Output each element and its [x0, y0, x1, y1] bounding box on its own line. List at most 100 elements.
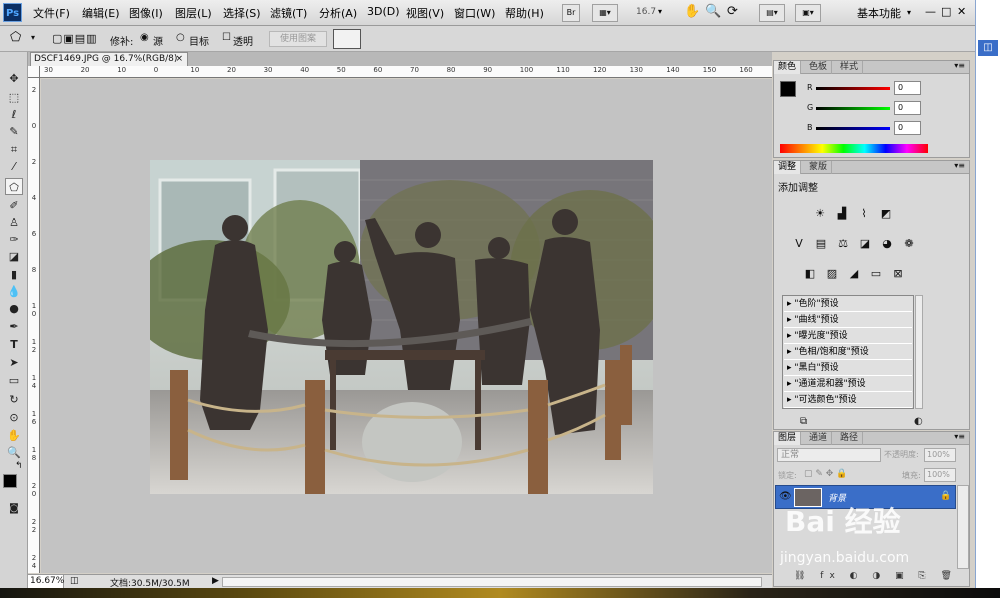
menu-select[interactable]: 选择(S): [223, 5, 261, 21]
b-input[interactable]: 0: [894, 121, 921, 135]
workspace-dropdown-icon[interactable]: ▾: [907, 8, 911, 17]
color-spectrum-bar[interactable]: [780, 144, 928, 153]
minibridge-button[interactable]: ▦▾: [592, 4, 618, 22]
g-slider[interactable]: [816, 107, 890, 110]
levels-icon[interactable]: ▟: [834, 207, 850, 221]
3d-orbit-tool-icon[interactable]: ⊙: [5, 409, 23, 426]
move-tool-icon[interactable]: ✥: [5, 70, 23, 87]
tab-adjustments[interactable]: 调整: [774, 161, 802, 174]
preset-black-white[interactable]: ▸ "黑白"预设: [784, 361, 912, 376]
patch-tool-selected-icon[interactable]: ⬠: [5, 178, 23, 195]
r-slider[interactable]: [816, 87, 890, 90]
blur-tool-icon[interactable]: 💧: [5, 283, 23, 300]
document-tab-close-icon[interactable]: ×: [175, 53, 183, 66]
threshold-icon[interactable]: ◢: [846, 267, 862, 281]
tab-masks[interactable]: 蒙版: [805, 161, 833, 174]
blend-mode-select[interactable]: 正常: [777, 448, 881, 462]
workspace-switcher[interactable]: 基本功能: [857, 5, 901, 21]
preset-hue-saturation[interactable]: ▸ "色相/饱和度"预设: [784, 345, 912, 360]
tool-preset-dropdown-icon[interactable]: ▾: [31, 33, 35, 42]
zoom-tool-icon[interactable]: 🔍: [705, 4, 721, 19]
brush-tool-icon[interactable]: ✐: [5, 197, 23, 214]
gradient-tool-icon[interactable]: ▮: [5, 266, 23, 283]
close-button[interactable]: ✕: [957, 5, 966, 18]
preset-levels[interactable]: ▸ "色阶"预设: [784, 297, 912, 312]
preset-channel-mixer[interactable]: ▸ "通道混和器"预设: [784, 377, 912, 392]
shape-tool-icon[interactable]: ▭: [5, 372, 23, 389]
panel-menu-icon[interactable]: ▾≡: [954, 432, 965, 441]
foreground-color-swatch[interactable]: [3, 474, 17, 488]
posterize-icon[interactable]: ▨: [824, 267, 840, 281]
fill-input[interactable]: 100%: [924, 468, 956, 482]
layers-scrollbar[interactable]: [957, 485, 969, 569]
horizontal-scrollbar[interactable]: [222, 577, 762, 587]
menu-help[interactable]: 帮助(H): [505, 5, 544, 21]
tab-swatches[interactable]: 色板: [805, 61, 833, 74]
channel-mixer-icon[interactable]: ❁: [901, 237, 917, 251]
preset-selective-color[interactable]: ▸ "可选颜色"预设: [784, 393, 912, 408]
history-brush-tool-icon[interactable]: ✑: [5, 231, 23, 248]
tab-paths[interactable]: 路径: [836, 432, 864, 445]
horizontal-ruler[interactable]: 30 20 10 0 10 20 30 40 50 60 70 80 90 100 110 120 130 140…: [40, 66, 772, 78]
status-zoom-field[interactable]: 16.67%: [28, 575, 64, 588]
ruler-origin[interactable]: [28, 66, 40, 78]
tab-channels[interactable]: 通道: [805, 432, 833, 445]
source-radio[interactable]: ◉: [140, 32, 149, 43]
presets-scrollbar[interactable]: [915, 295, 923, 409]
zoom-dropdown-icon[interactable]: ▾: [658, 7, 662, 16]
vertical-ruler[interactable]: 2 0 2 4 6 8 1 0 1 2 1 4 1 6 1 8 2 0 2 2 2 4: [28, 78, 40, 573]
menu-filter[interactable]: 滤镜(T): [270, 5, 307, 21]
brightness-icon[interactable]: ☀: [812, 207, 828, 221]
photo-filter-icon[interactable]: ◕: [879, 237, 895, 251]
menu-3d[interactable]: 3D(D): [367, 5, 400, 18]
r-input[interactable]: 0: [894, 81, 921, 95]
menu-view[interactable]: 视图(V): [406, 5, 444, 21]
panel-menu-icon[interactable]: ▾≡: [954, 161, 965, 170]
eyedropper-tool-icon[interactable]: ⁄: [5, 158, 23, 175]
hue-saturation-icon[interactable]: ▤: [813, 237, 829, 251]
path-selection-tool-icon[interactable]: ➤: [5, 354, 23, 371]
opacity-input[interactable]: 100%: [924, 448, 956, 462]
menu-file[interactable]: 文件(F): [33, 5, 70, 21]
selective-color-icon[interactable]: ⊠: [890, 267, 906, 281]
maximize-button[interactable]: □: [941, 5, 951, 18]
rotate-view-icon[interactable]: ⟳: [727, 4, 738, 19]
window-icon[interactable]: ◫: [978, 40, 998, 56]
document-canvas[interactable]: [41, 79, 772, 573]
quick-mask-icon[interactable]: ◙: [5, 500, 23, 517]
menu-image[interactable]: 图像(I): [129, 5, 163, 21]
zoom-level[interactable]: 16.7: [636, 7, 656, 17]
g-input[interactable]: 0: [894, 101, 921, 115]
gradient-map-icon[interactable]: ▭: [868, 267, 884, 281]
marquee-tool-icon[interactable]: ⬚: [5, 89, 23, 106]
tab-styles[interactable]: 样式: [836, 61, 864, 74]
clone-stamp-tool-icon[interactable]: ♙: [5, 214, 23, 231]
menu-layer[interactable]: 图层(L): [175, 5, 212, 21]
3d-rotate-tool-icon[interactable]: ↻: [5, 391, 23, 408]
hand-tool-icon-left[interactable]: ✋: [5, 427, 23, 444]
vibrance-icon[interactable]: V: [791, 237, 807, 251]
menu-analysis[interactable]: 分析(A): [319, 5, 357, 21]
swap-colors-icon[interactable]: ↰: [15, 461, 23, 471]
tab-color[interactable]: 颜色: [774, 61, 802, 74]
curves-icon[interactable]: ⌇: [856, 207, 872, 221]
invert-icon[interactable]: ◧: [802, 267, 818, 281]
status-menu-arrow-icon[interactable]: ▶: [212, 576, 219, 586]
minimize-button[interactable]: —: [925, 5, 936, 18]
pen-tool-icon[interactable]: ✒: [5, 318, 23, 335]
lasso-tool-icon[interactable]: ℓ: [5, 106, 23, 123]
preset-curves[interactable]: ▸ "曲线"预设: [784, 313, 912, 328]
pattern-picker[interactable]: [333, 29, 361, 49]
panel-menu-icon[interactable]: ▾≡: [954, 61, 965, 70]
patch-tool-icon[interactable]: ⬠: [10, 30, 21, 45]
document-tab[interactable]: DSCF1469.JPG @ 16.7%(RGB/8) ×: [30, 52, 188, 66]
eraser-tool-icon[interactable]: ◪: [5, 248, 23, 265]
menu-window[interactable]: 窗口(W): [454, 5, 495, 21]
type-tool-icon[interactable]: T: [5, 336, 23, 353]
transparent-checkbox[interactable]: ☐: [222, 32, 231, 43]
lock-icons[interactable]: ▢ ✎ ✥ 🔒: [804, 469, 847, 479]
b-slider[interactable]: [816, 127, 890, 130]
dodge-tool-icon[interactable]: ●: [5, 300, 23, 317]
black-white-icon[interactable]: ◪: [857, 237, 873, 251]
preset-exposure[interactable]: ▸ "曝光度"预设: [784, 329, 912, 344]
